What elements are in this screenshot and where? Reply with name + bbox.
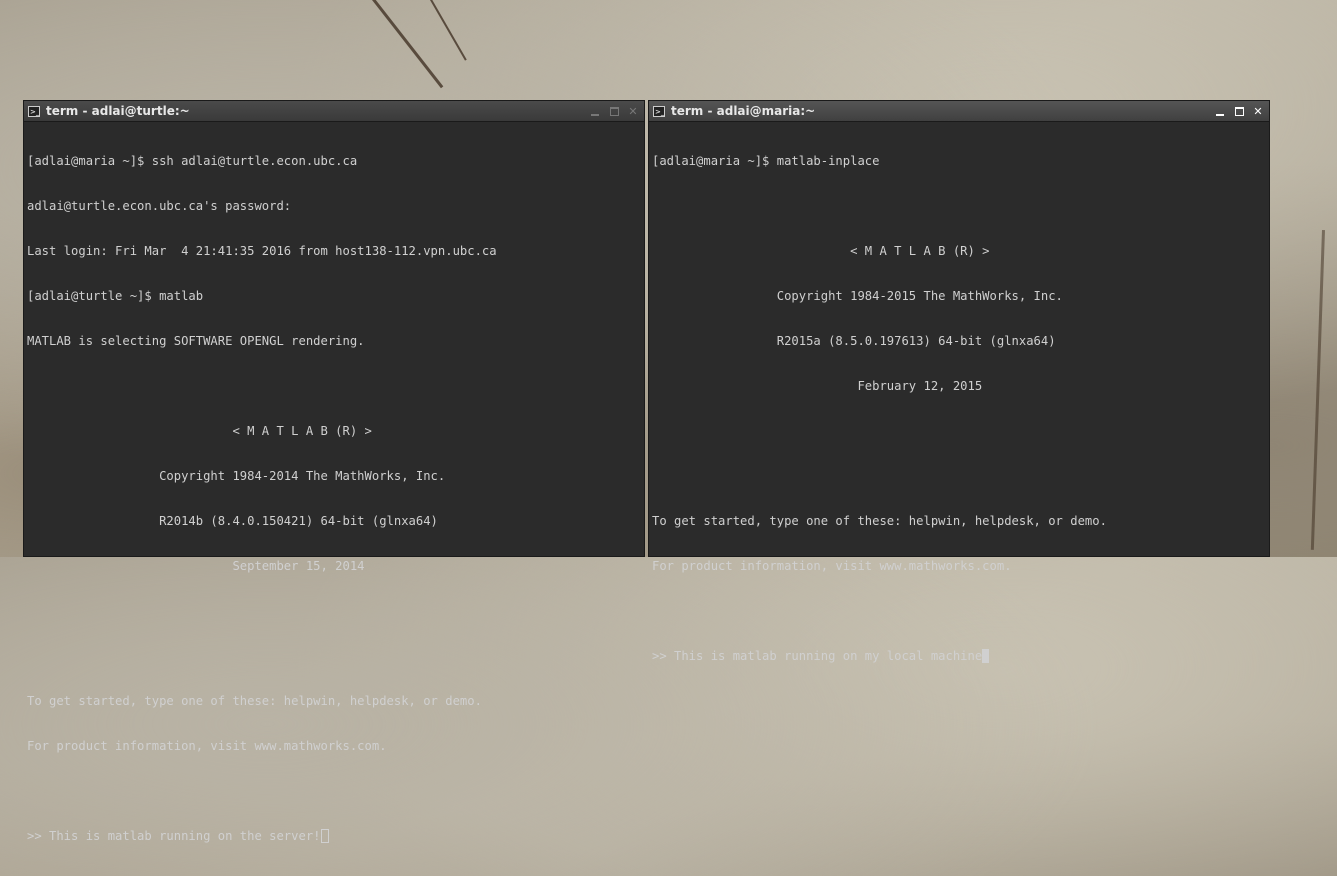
- terminal-output[interactable]: [adlai@maria ~]$ matlab-inplace < M A T …: [649, 122, 1269, 696]
- terminal-icon: >_: [28, 105, 40, 117]
- maximize-icon[interactable]: [1232, 104, 1246, 118]
- maximize-icon[interactable]: [607, 104, 621, 118]
- terminal-line: Copyright 1984-2015 The MathWorks, Inc.: [652, 289, 1063, 303]
- terminal-line: Last login: Fri Mar 4 21:41:35 2016 from…: [27, 244, 497, 258]
- close-icon[interactable]: ✕: [1251, 104, 1265, 118]
- terminal-line: Copyright 1984-2014 The MathWorks, Inc.: [27, 469, 446, 483]
- terminal-line: September 15, 2014: [27, 559, 365, 573]
- terminal-window-turtle[interactable]: >_ term - adlai@turtle:~ ✕ [adlai@maria …: [23, 100, 645, 843]
- terminal-line: For product information, visit www.mathw…: [652, 559, 1012, 573]
- terminal-line: For product information, visit www.mathw…: [27, 739, 387, 753]
- title-bar[interactable]: >_ term - adlai@turtle:~ ✕: [24, 101, 644, 122]
- terminal-line: MATLAB is selecting SOFTWARE OPENGL rend…: [27, 334, 365, 348]
- terminal-line: To get started, type one of these: helpw…: [27, 694, 482, 708]
- close-icon[interactable]: ✕: [626, 104, 640, 118]
- terminal-line: < M A T L A B (R) >: [652, 244, 990, 258]
- cursor: [320, 829, 329, 843]
- terminal-line: [adlai@maria ~]$ ssh adlai@turtle.econ.u…: [27, 154, 358, 168]
- window-title: term - adlai@turtle:~: [46, 104, 190, 118]
- minimize-icon[interactable]: [588, 104, 602, 118]
- prompt-line[interactable]: >> This is matlab running on the server!: [27, 829, 641, 844]
- terminal-line: < M A T L A B (R) >: [27, 424, 372, 438]
- terminal-line: To get started, type one of these: helpw…: [652, 514, 1107, 528]
- window-title: term - adlai@maria:~: [671, 104, 816, 118]
- terminal-line: R2015a (8.5.0.197613) 64-bit (glnxa64): [652, 334, 1056, 348]
- prompt-text: >> This is matlab running on my local ma…: [652, 649, 983, 663]
- terminal-line: [adlai@turtle ~]$ matlab: [27, 289, 204, 303]
- terminal-line: R2014b (8.4.0.150421) 64-bit (glnxa64): [27, 514, 438, 528]
- wallpaper-streak: [372, 0, 444, 89]
- terminal-line: adlai@turtle.econ.ubc.ca's password:: [27, 199, 292, 213]
- terminal-line: February 12, 2015: [652, 379, 983, 393]
- prompt-line[interactable]: >> This is matlab running on my local ma…: [652, 649, 1266, 664]
- terminal-line: [adlai@maria ~]$ matlab-inplace: [652, 154, 880, 168]
- terminal-icon: >_: [653, 105, 665, 117]
- cursor: [982, 649, 990, 663]
- wallpaper-streak: [1310, 230, 1325, 550]
- wallpaper-streak: [430, 0, 467, 61]
- minimize-icon[interactable]: [1213, 104, 1227, 118]
- terminal-output[interactable]: [adlai@maria ~]$ ssh adlai@turtle.econ.u…: [24, 122, 644, 876]
- prompt-text: >> This is matlab running on the server!: [27, 829, 321, 843]
- title-bar[interactable]: >_ term - adlai@maria:~ ✕: [649, 101, 1269, 122]
- terminal-window-maria[interactable]: >_ term - adlai@maria:~ ✕ [adlai@maria ~…: [648, 100, 1270, 663]
